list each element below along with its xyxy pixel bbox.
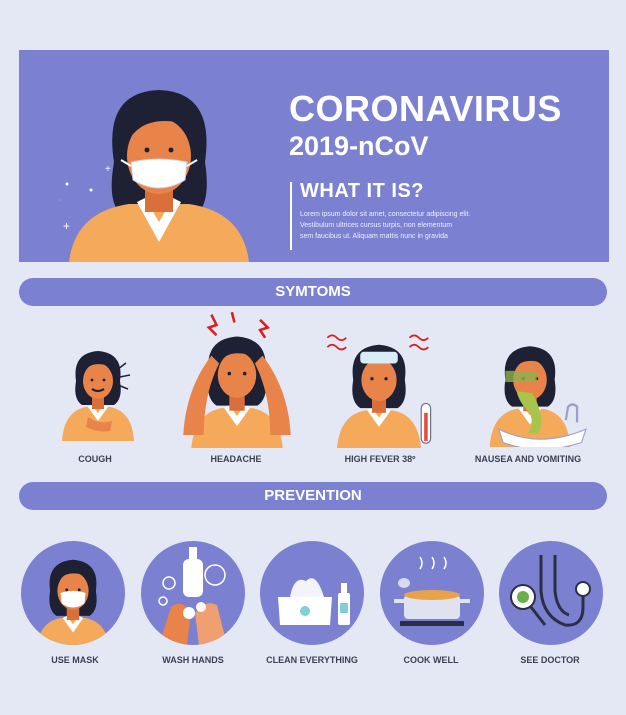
cooking-pot-icon [394, 556, 470, 626]
description-line: sem faucibus ut. Aliquam mattis nunc in … [300, 233, 448, 240]
svg-text:+: + [105, 164, 111, 175]
wash-hands-icon [158, 547, 227, 645]
prevention-label-doctor: SEE DOCTOR [520, 655, 580, 665]
tissue-sanitizer-icon [278, 578, 350, 625]
symptom-label-fever: HIGH FEVER 38º [344, 454, 416, 464]
wash-hands-circle [141, 541, 245, 645]
use-mask-circle [21, 541, 125, 645]
section-heading-what: WHAT IT IS? [300, 180, 424, 202]
symptoms-heading: SYMTOMS [275, 283, 351, 300]
description-line: Lorem ipsum dolor sit amet, consectetur … [300, 211, 471, 218]
clean-circle [260, 541, 364, 645]
symptom-label-nausea: NAUSEA AND VOMITING [474, 454, 582, 464]
masked-woman-icon: + + + [59, 90, 249, 262]
svg-text:+: + [63, 219, 70, 233]
vomiting-woman-icon [465, 335, 587, 447]
headache-woman-icon [183, 312, 291, 448]
fever-woman-icon [326, 334, 432, 448]
prevention-heading: PREVENTION [264, 487, 362, 504]
cough-woman-icon [48, 335, 148, 447]
symptom-label-headache: HEADACHE [210, 454, 262, 464]
page-subtitle: 2019-nCoV [289, 131, 429, 161]
see-doctor-circle [499, 541, 603, 645]
mask-woman-icon [21, 541, 125, 645]
page-title: CORONAVIRUS [289, 88, 562, 129]
svg-text:+: + [59, 193, 60, 207]
symptom-label-cough: COUGH [78, 454, 112, 464]
description-line: Vestibulum ultrices cursus turpis, non e… [300, 222, 453, 229]
stethoscope-icon [510, 555, 591, 627]
cook-well-circle [380, 541, 484, 645]
vertical-divider [290, 182, 292, 250]
